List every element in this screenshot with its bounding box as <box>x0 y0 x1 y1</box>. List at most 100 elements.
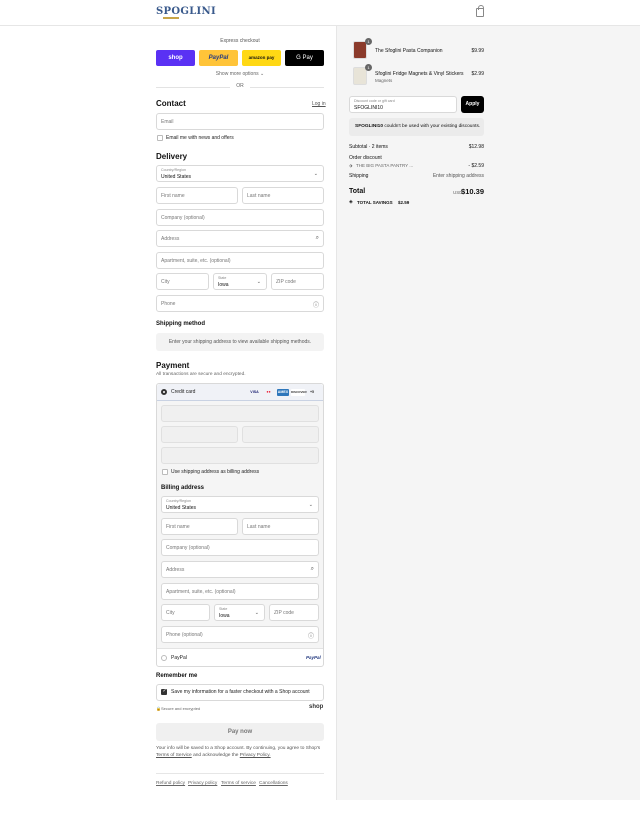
shipping-method-title: Shipping method <box>156 321 205 327</box>
company-placeholder: Company (optional) <box>161 215 205 221</box>
paypal-logo: PayPal <box>306 655 321 660</box>
visa-icon: VISA <box>250 390 259 394</box>
product-name: The Sfoglini Pasta Companion <box>375 48 443 54</box>
quantity-badge: 1 <box>365 38 372 45</box>
shipping-label: Shipping <box>349 173 369 179</box>
billing-first-name-field[interactable]: First name <box>161 518 238 535</box>
legal-text: Your info will be saved to a Shop accoun… <box>156 745 324 759</box>
secure-label: Secure and encrypted <box>161 706 201 711</box>
first-name-placeholder: First name <box>161 193 185 199</box>
payment-subtitle: All transactions are secure and encrypte… <box>156 372 246 377</box>
same-billing-checkbox[interactable] <box>162 469 168 475</box>
subtotal-value: $12.98 <box>468 144 484 150</box>
billing-state-value: Iowa <box>219 613 230 619</box>
billing-city-field[interactable]: City <box>161 604 210 621</box>
store-logo[interactable]: SPOGLINI <box>156 6 216 17</box>
chevron-down-icon: ⌄ <box>313 171 318 177</box>
terms-link[interactable]: Terms of Service <box>156 753 192 758</box>
paypal-label: PayPal <box>171 655 187 661</box>
paypal-button[interactable]: PayPal <box>199 50 238 66</box>
save-info-checkbox[interactable] <box>161 688 167 695</box>
total-savings-label: TOTAL SAVINGS <box>357 200 393 205</box>
country-label: Country/Region <box>161 168 186 172</box>
contact-title: Contact <box>156 99 186 108</box>
phone-field[interactable]: Phone ⓘ <box>156 295 324 312</box>
shipping-method-message: Enter your shipping address to view avai… <box>156 333 324 351</box>
remember-me-box: Save my information for a faster checkou… <box>156 684 324 701</box>
zip-placeholder: ZIP code <box>276 279 296 285</box>
billing-first-name-placeholder: First name <box>166 524 190 530</box>
product-price: $9.99 <box>471 48 484 54</box>
discount-label: Discount code or gift card <box>354 99 395 103</box>
name-on-card-field[interactable] <box>161 447 319 464</box>
paypal-option[interactable]: PayPal PayPal <box>157 648 323 667</box>
billing-company-placeholder: Company (optional) <box>166 545 210 551</box>
privacy-policy-link[interactable]: Privacy policy <box>188 781 217 786</box>
card-number-field[interactable] <box>161 405 319 422</box>
last-name-field[interactable]: Last name <box>242 187 324 204</box>
help-icon[interactable]: ⓘ <box>308 631 314 640</box>
privacy-link[interactable]: Privacy Policy. <box>240 753 271 758</box>
logo-underline <box>163 17 179 19</box>
total-value: $10.39 <box>461 187 484 196</box>
paypal-radio[interactable] <box>161 655 167 661</box>
security-code-field[interactable] <box>242 426 319 443</box>
address-placeholder: Address <box>161 236 180 242</box>
billing-company-field[interactable]: Company (optional) <box>161 539 319 556</box>
apartment-placeholder: Apartment, suite, etc. (optional) <box>161 258 231 264</box>
search-icon: ⌕ <box>315 235 319 241</box>
address-field[interactable]: Address ⌕ <box>156 230 324 247</box>
discount-value: SFOGLINI10 <box>354 105 383 111</box>
delivery-title: Delivery <box>156 152 188 161</box>
credit-card-radio[interactable] <box>161 389 167 395</box>
payment-title: Payment <box>156 361 190 370</box>
show-more-options-link[interactable]: Show more options ⌄ <box>156 71 324 77</box>
credit-card-option[interactable]: Credit card VISA ●● AMEX DISCOVER +5 <box>157 384 323 401</box>
search-icon: ⌕ <box>310 566 314 572</box>
billing-zip-placeholder: ZIP code <box>274 610 294 616</box>
credit-card-panel: Credit card VISA ●● AMEX DISCOVER +5 Use… <box>156 383 324 667</box>
company-field[interactable]: Company (optional) <box>156 209 324 226</box>
state-select[interactable]: State Iowa ⌄ <box>213 273 267 290</box>
billing-address-placeholder: Address <box>166 567 185 573</box>
order-summary-panel <box>336 26 640 800</box>
billing-phone-field[interactable]: Phone (optional) ⓘ <box>161 626 319 643</box>
shopping-bag-icon[interactable] <box>476 5 484 17</box>
zip-field[interactable]: ZIP code <box>271 273 324 290</box>
legal-text-2: and acknowledge the <box>193 753 239 758</box>
apartment-field[interactable]: Apartment, suite, etc. (optional) <box>156 252 324 269</box>
help-icon[interactable]: ⓘ <box>313 300 319 309</box>
total-label: Total <box>349 188 366 195</box>
google-pay-button[interactable]: G Pay <box>285 50 324 66</box>
terms-of-service-link[interactable]: Terms of service <box>221 781 256 786</box>
expiration-field[interactable] <box>161 426 238 443</box>
login-link[interactable]: Log in <box>312 101 326 107</box>
refund-policy-link[interactable]: Refund policy <box>156 781 185 786</box>
apply-button[interactable]: Apply <box>461 96 484 113</box>
cancellations-link[interactable]: Cancellations <box>259 781 288 786</box>
billing-last-name-field[interactable]: Last name <box>242 518 319 535</box>
billing-zip-field[interactable]: ZIP code <box>269 604 319 621</box>
billing-address-title: Billing address <box>161 485 205 491</box>
country-value: United States <box>161 174 192 180</box>
phone-placeholder: Phone <box>161 301 176 307</box>
first-name-field[interactable]: First name <box>156 187 238 204</box>
country-select[interactable]: Country/Region United States ⌄ <box>156 165 324 182</box>
express-checkout-title: Express checkout <box>220 38 260 44</box>
billing-apartment-field[interactable]: Apartment, suite, etc. (optional) <box>161 583 319 600</box>
email-field[interactable]: Email <box>156 113 324 130</box>
chevron-down-icon: ⌄ <box>256 279 261 285</box>
pay-now-button[interactable]: Pay now <box>156 723 324 741</box>
newsletter-checkbox[interactable] <box>157 135 163 141</box>
city-field[interactable]: City <box>156 273 209 290</box>
remember-me-title: Remember me <box>156 673 198 679</box>
billing-address-field[interactable]: Address ⌕ <box>161 561 319 578</box>
billing-country-select[interactable]: Country/Region United States ⌄ <box>161 496 319 513</box>
email-placeholder: Email <box>161 119 174 125</box>
discount-code-field[interactable]: Discount code or gift card SFOGLINI10 <box>349 96 457 113</box>
tag-icon: ◈ <box>349 199 353 205</box>
shop-pay-button[interactable]: shop <box>156 50 195 66</box>
billing-state-select[interactable]: State Iowa ⌄ <box>214 604 265 621</box>
amazon-pay-button[interactable]: amazon pay <box>242 50 281 66</box>
last-name-placeholder: Last name <box>247 193 271 199</box>
